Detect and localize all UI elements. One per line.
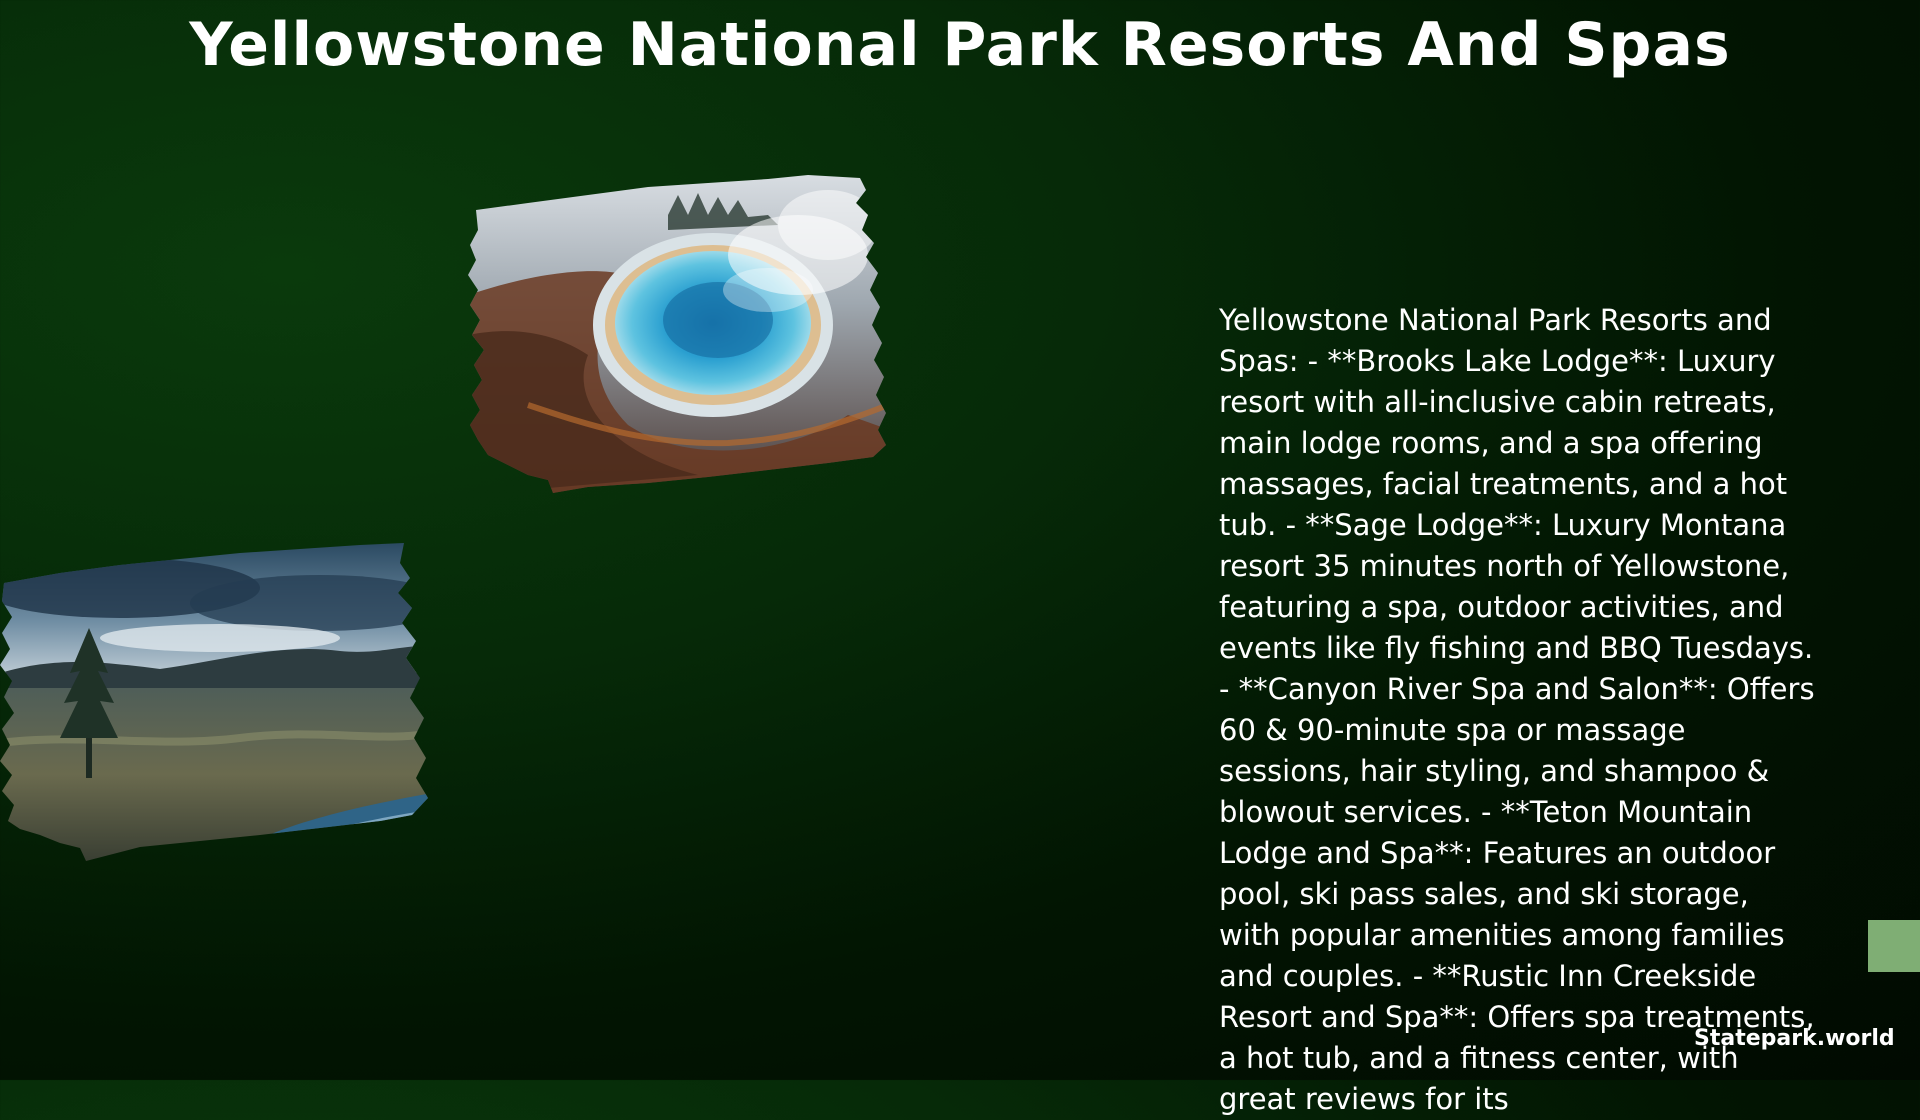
hot-spring-photo (468, 175, 904, 495)
site-watermark: Statepark.world (1694, 1026, 1895, 1051)
page-title: Yellowstone National Park Resorts And Sp… (189, 10, 1731, 80)
resorts-description: Yellowstone National Park Resorts and Sp… (1219, 303, 1815, 1116)
meadow-river-photo (0, 543, 432, 861)
side-tab[interactable] (1868, 920, 1920, 972)
